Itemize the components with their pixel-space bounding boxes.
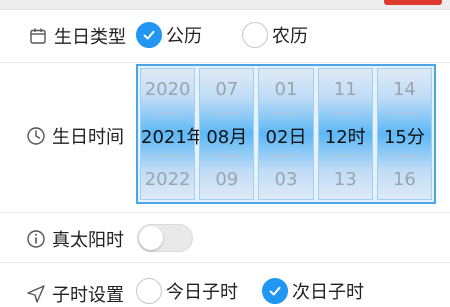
minute-selected[interactable]: 15分 bbox=[378, 123, 431, 149]
wheel-line bbox=[332, 155, 358, 156]
top-action-button[interactable] bbox=[384, 0, 442, 5]
month-prev[interactable]: 07 bbox=[200, 79, 253, 100]
wheel-line bbox=[155, 113, 181, 114]
wheel-line bbox=[391, 155, 418, 156]
lunar-calendar-label: 农历 bbox=[272, 26, 308, 47]
lunar-calendar-radio[interactable]: 农历 bbox=[242, 22, 308, 48]
hour-next[interactable]: 13 bbox=[319, 169, 372, 190]
birthday-type-label: 生日类型 bbox=[54, 27, 126, 48]
year-wheel[interactable]: 2020 2021年 2022 bbox=[140, 68, 205, 200]
wheel-line bbox=[214, 155, 240, 156]
zi-hour-radio-group: 今日子时 次日子时 bbox=[136, 278, 380, 304]
wheel-line bbox=[332, 113, 358, 114]
send-icon bbox=[26, 284, 46, 304]
month-next[interactable]: 09 bbox=[200, 169, 253, 190]
next-day-zi-hour-radio[interactable]: 次日子时 bbox=[262, 278, 364, 304]
month-selected[interactable]: 08月 bbox=[200, 123, 253, 149]
wheel-line bbox=[273, 155, 299, 156]
birthday-time-label: 生日时间 bbox=[52, 127, 124, 148]
top-bar bbox=[0, 0, 450, 10]
date-time-picker[interactable]: 2020 2021年 2022 07 08月 09 01 02日 03 11 1… bbox=[136, 64, 436, 204]
calendar-icon bbox=[28, 26, 48, 46]
solar-calendar-radio[interactable]: 公历 bbox=[136, 22, 202, 48]
today-zi-hour-radio[interactable]: 今日子时 bbox=[136, 278, 238, 304]
today-zi-hour-label: 今日子时 bbox=[166, 282, 238, 303]
birthday-type-radio-group: 公历 农历 bbox=[136, 22, 324, 48]
birthday-type-label-group: 生日类型 bbox=[28, 23, 126, 49]
hour-wheel[interactable]: 11 12时 13 bbox=[317, 68, 373, 200]
year-prev[interactable]: 2020 bbox=[141, 79, 194, 100]
radio-empty-icon bbox=[136, 278, 162, 304]
month-wheel[interactable]: 07 08月 09 bbox=[199, 68, 255, 200]
next-day-zi-hour-label: 次日子时 bbox=[292, 282, 364, 303]
minute-prev[interactable]: 14 bbox=[378, 79, 431, 100]
birthday-type-row: 生日类型 公历 农历 bbox=[0, 10, 450, 62]
true-solar-time-row: 真太阳时 bbox=[0, 213, 450, 263]
day-prev[interactable]: 01 bbox=[259, 79, 312, 100]
zi-hour-setting-row: 子时设置 今日子时 次日子时 bbox=[0, 263, 450, 306]
clock-icon bbox=[26, 126, 46, 146]
minute-next[interactable]: 16 bbox=[378, 169, 431, 190]
hour-selected[interactable]: 12时 bbox=[319, 123, 372, 149]
radio-empty-icon bbox=[242, 22, 268, 48]
info-icon bbox=[26, 229, 46, 249]
hour-prev[interactable]: 11 bbox=[319, 79, 372, 100]
birthday-time-label-group: 生日时间 bbox=[26, 123, 124, 149]
solar-calendar-label: 公历 bbox=[166, 26, 202, 47]
check-icon bbox=[136, 22, 162, 48]
true-solar-time-toggle[interactable] bbox=[137, 224, 193, 252]
true-solar-time-label-group: 真太阳时 bbox=[26, 226, 124, 252]
day-wheel[interactable]: 01 02日 03 bbox=[258, 68, 314, 200]
wheel-line bbox=[391, 113, 418, 114]
wheel-line bbox=[214, 113, 240, 114]
day-selected[interactable]: 02日 bbox=[259, 123, 312, 149]
minute-wheel[interactable]: 14 15分 16 bbox=[376, 68, 433, 200]
year-selected[interactable]: 2021年 bbox=[141, 123, 205, 149]
wheel-line bbox=[155, 155, 181, 156]
true-solar-time-label: 真太阳时 bbox=[52, 230, 124, 251]
zi-hour-label-group: 子时设置 bbox=[26, 281, 124, 307]
year-next[interactable]: 2022 bbox=[141, 169, 194, 190]
check-icon bbox=[262, 278, 288, 304]
wheel-line bbox=[273, 113, 299, 114]
zi-hour-label: 子时设置 bbox=[52, 285, 124, 306]
day-next[interactable]: 03 bbox=[259, 169, 312, 190]
toggle-knob bbox=[139, 226, 163, 250]
